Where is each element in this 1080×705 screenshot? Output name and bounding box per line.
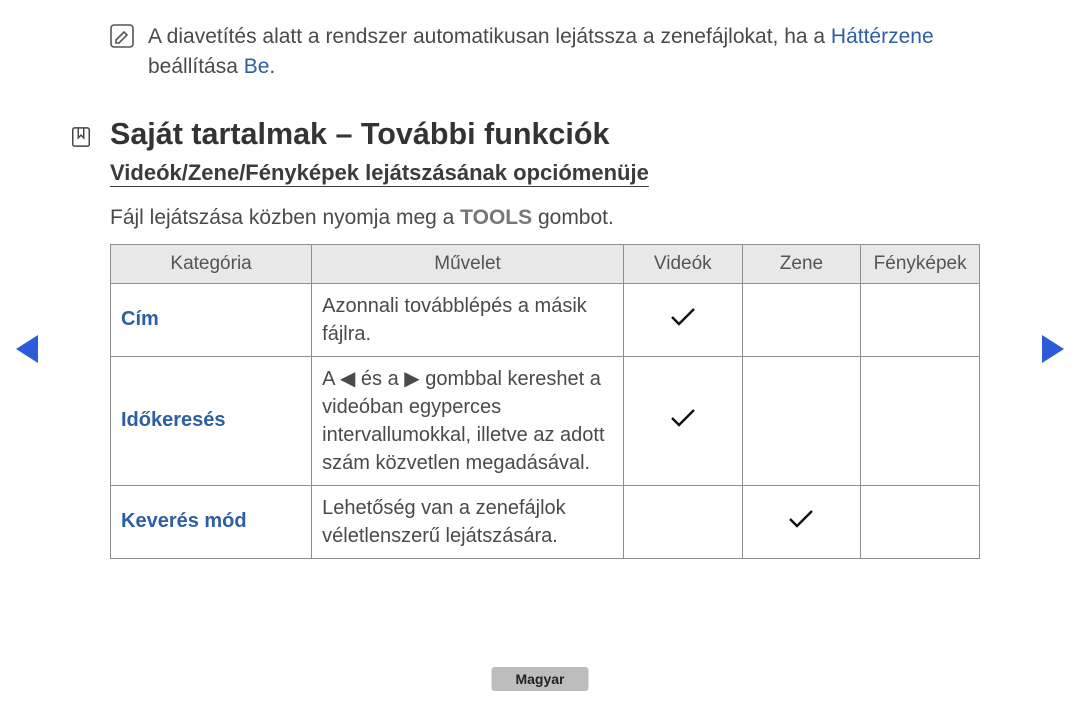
th-category: Kategória xyxy=(111,244,312,283)
th-photos: Fényképek xyxy=(861,244,980,283)
cell-category: Időkeresés xyxy=(111,356,312,485)
cell-check-fenykepek xyxy=(861,485,980,558)
instruction-before: Fájl lejátszása közben nyomja meg a xyxy=(110,206,460,229)
language-badge: Magyar xyxy=(491,667,588,691)
note-after: . xyxy=(269,55,275,78)
cell-operation: A ◀ és a ▶ gombbal kereshet a videóban e… xyxy=(312,356,624,485)
options-table: Kategória Művelet Videók Zene Fényképek … xyxy=(110,244,980,559)
section-title: Saját tartalmak – További funkciók xyxy=(110,117,609,152)
note-highlight-1: Háttérzene xyxy=(831,25,934,48)
th-music: Zene xyxy=(742,244,861,283)
table-row: IdőkeresésA ◀ és a ▶ gombbal kereshet a … xyxy=(111,356,980,485)
cell-category: Cím xyxy=(111,283,312,356)
table-header-row: Kategória Művelet Videók Zene Fényképek xyxy=(111,244,980,283)
cell-check-videok xyxy=(623,485,742,558)
note-text-before: A diavetítés alatt a rendszer automatiku… xyxy=(148,25,831,48)
cell-operation: Lehetőség van a zenefájlok véletlenszerű… xyxy=(312,485,624,558)
note-block: A diavetítés alatt a rendszer automatiku… xyxy=(110,22,980,83)
instruction-after: gombot. xyxy=(532,206,614,229)
check-icon xyxy=(670,306,696,333)
th-videos: Videók xyxy=(623,244,742,283)
note-text: A diavetítés alatt a rendszer automatiku… xyxy=(148,22,980,83)
note-highlight-2: Be xyxy=(244,55,270,78)
page-content: A diavetítés alatt a rendszer automatiku… xyxy=(110,22,980,559)
cell-check-videok xyxy=(623,283,742,356)
cell-check-videok xyxy=(623,356,742,485)
cell-check-fenykepek xyxy=(861,283,980,356)
table-row: CímAzonnali továbblépés a másik fájlra. xyxy=(111,283,980,356)
note-icon xyxy=(110,24,134,48)
cell-check-zene xyxy=(742,283,861,356)
cell-check-zene xyxy=(742,485,861,558)
note-mid: beállítása xyxy=(148,55,244,78)
th-operation: Művelet xyxy=(312,244,624,283)
table-row: Keverés módLehetőség van a zenefájlok vé… xyxy=(111,485,980,558)
sub-title: Videók/Zene/Fényképek lejátszásának opci… xyxy=(110,160,649,186)
section-heading-row: Saját tartalmak – További funkciók xyxy=(110,117,980,152)
cell-operation: Azonnali továbblépés a másik fájlra. xyxy=(312,283,624,356)
bookmark-icon xyxy=(70,126,92,148)
check-icon xyxy=(670,407,696,434)
cell-check-zene xyxy=(742,356,861,485)
tools-button-label: TOOLS xyxy=(460,206,532,229)
cell-check-fenykepek xyxy=(861,356,980,485)
cell-category: Keverés mód xyxy=(111,485,312,558)
nav-next-arrow[interactable] xyxy=(1042,335,1064,363)
instruction-text: Fájl lejátszása közben nyomja meg a TOOL… xyxy=(110,206,980,230)
check-icon xyxy=(788,508,814,535)
nav-prev-arrow[interactable] xyxy=(16,335,38,363)
